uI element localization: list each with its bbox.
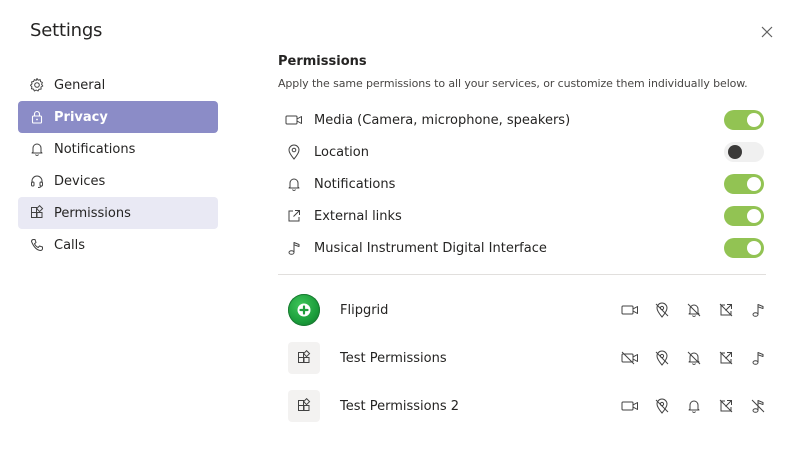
- toggle-knob: [747, 113, 761, 127]
- media-toggle[interactable]: [724, 110, 764, 130]
- sidebar-item-permissions[interactable]: Permissions: [18, 197, 218, 229]
- app-permission-icons: [608, 300, 768, 320]
- music-note-off-icon[interactable]: [748, 396, 768, 416]
- settings-title: Settings: [30, 20, 103, 41]
- gear-icon: [28, 76, 46, 94]
- phone-icon: [28, 236, 46, 254]
- music-note-icon[interactable]: [748, 300, 768, 320]
- external-link-off-icon[interactable]: [716, 300, 736, 320]
- bell-off-icon[interactable]: [684, 348, 704, 368]
- permission-label: Media (Camera, microphone, speakers): [314, 112, 571, 128]
- section-title: Permissions: [278, 54, 367, 69]
- location-off-icon[interactable]: [652, 348, 672, 368]
- permission-label: Location: [314, 144, 369, 160]
- app-permission-icons: [608, 348, 768, 368]
- sidebar-item-label: Notifications: [54, 141, 136, 157]
- settings-sidebar: General Privacy Notifications Devices Pe…: [18, 69, 218, 261]
- app-name: Test Permissions: [340, 350, 447, 366]
- sidebar-item-privacy[interactable]: Privacy: [18, 101, 218, 133]
- bell-icon[interactable]: [684, 396, 704, 416]
- apps-icon: [28, 204, 46, 222]
- sidebar-item-devices[interactable]: Devices: [18, 165, 218, 197]
- permission-list: Media (Camera, microphone, speakers) Loc…: [278, 104, 768, 264]
- sidebar-item-label: Privacy: [54, 109, 108, 125]
- camera-icon[interactable]: [620, 300, 640, 320]
- permission-row-location: Location: [278, 136, 768, 168]
- music-note-icon: [285, 239, 303, 257]
- music-note-icon[interactable]: [748, 348, 768, 368]
- toggle-knob: [747, 177, 761, 191]
- external-link-off-icon[interactable]: [716, 396, 736, 416]
- app-blocks-icon: [288, 390, 320, 422]
- app-permission-list: Flipgrid Test Permissions Test Permissio…: [278, 286, 768, 430]
- app-permission-icons: [608, 396, 768, 416]
- external-link-off-icon[interactable]: [716, 348, 736, 368]
- app-row: Test Permissions 2: [278, 382, 768, 430]
- permissions-panel: Permissions Apply the same permissions t…: [278, 54, 768, 430]
- sidebar-item-label: Permissions: [54, 205, 131, 221]
- app-name: Flipgrid: [340, 302, 389, 318]
- sidebar-item-calls[interactable]: Calls: [18, 229, 218, 261]
- close-button[interactable]: [758, 23, 776, 41]
- toggle-knob: [747, 241, 761, 255]
- camera-icon: [285, 111, 303, 129]
- permission-label: Musical Instrument Digital Interface: [314, 240, 547, 256]
- bell-off-icon[interactable]: [684, 300, 704, 320]
- sidebar-item-general[interactable]: General: [18, 69, 218, 101]
- flipgrid-logo-icon: [288, 294, 320, 326]
- notifications-toggle[interactable]: [724, 174, 764, 194]
- camera-icon[interactable]: [620, 396, 640, 416]
- app-row: Test Permissions: [278, 334, 768, 382]
- sidebar-item-notifications[interactable]: Notifications: [18, 133, 218, 165]
- location-pin-icon: [285, 143, 303, 161]
- lock-icon: [28, 108, 46, 126]
- app-blocks-icon: [288, 342, 320, 374]
- app-row: Flipgrid: [278, 286, 768, 334]
- permission-label: Notifications: [314, 176, 396, 192]
- bell-icon: [28, 140, 46, 158]
- midi-toggle[interactable]: [724, 238, 764, 258]
- camera-off-icon[interactable]: [620, 348, 640, 368]
- close-icon: [761, 26, 773, 38]
- permission-label: External links: [314, 208, 402, 224]
- external-links-toggle[interactable]: [724, 206, 764, 226]
- sidebar-item-label: General: [54, 77, 106, 93]
- location-off-icon[interactable]: [652, 300, 672, 320]
- permission-row-media: Media (Camera, microphone, speakers): [278, 104, 768, 136]
- sidebar-item-label: Devices: [54, 173, 106, 189]
- permission-row-external-links: External links: [278, 200, 768, 232]
- permission-row-midi: Musical Instrument Digital Interface: [278, 232, 768, 264]
- app-name: Test Permissions 2: [340, 398, 460, 414]
- external-link-icon: [285, 207, 303, 225]
- permission-row-notifications: Notifications: [278, 168, 768, 200]
- toggle-knob: [728, 145, 742, 159]
- headset-icon: [28, 172, 46, 190]
- section-description: Apply the same permissions to all your s…: [278, 77, 748, 90]
- location-off-icon[interactable]: [652, 396, 672, 416]
- location-toggle[interactable]: [724, 142, 764, 162]
- section-divider: [278, 274, 766, 275]
- toggle-knob: [747, 209, 761, 223]
- bell-icon: [285, 175, 303, 193]
- sidebar-item-label: Calls: [54, 237, 86, 253]
